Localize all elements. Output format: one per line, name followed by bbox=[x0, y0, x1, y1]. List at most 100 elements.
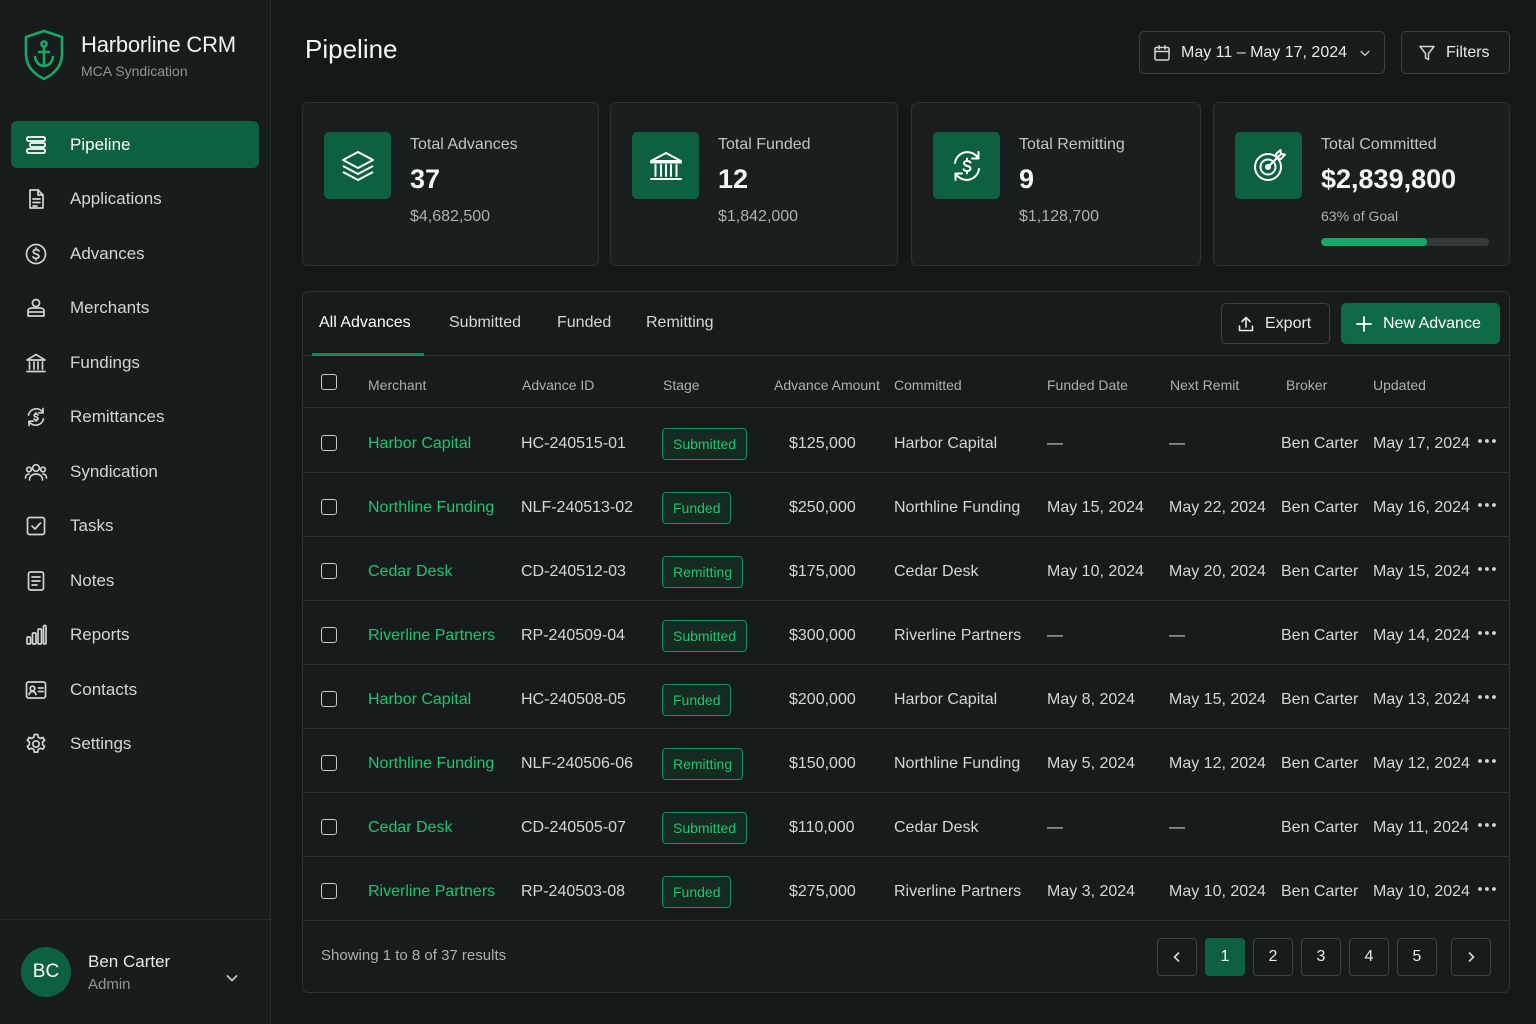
row-checkbox[interactable] bbox=[321, 563, 337, 579]
column-header-advance-amount[interactable]: Advance Amount bbox=[774, 377, 880, 393]
column-header-committed[interactable]: Committed bbox=[894, 377, 962, 393]
updated-date: May 10, 2024 bbox=[1373, 883, 1470, 900]
row-checkbox[interactable] bbox=[321, 435, 337, 451]
more-options-icon[interactable] bbox=[1476, 753, 1498, 769]
row-checkbox[interactable] bbox=[321, 627, 337, 643]
tab-funded[interactable]: Funded bbox=[557, 314, 611, 332]
row-checkbox[interactable] bbox=[321, 755, 337, 771]
pagination-page-5[interactable]: 5 bbox=[1397, 938, 1437, 976]
sidebar-item-reports[interactable]: Reports bbox=[11, 612, 259, 659]
user-profile[interactable]: BC Ben Carter Admin bbox=[0, 919, 270, 1024]
chevron-down-icon[interactable] bbox=[224, 970, 240, 986]
pagination-page-4[interactable]: 4 bbox=[1349, 938, 1389, 976]
avatar: BC bbox=[21, 947, 71, 997]
column-header-broker[interactable]: Broker bbox=[1286, 377, 1327, 393]
committed-to: Cedar Desk bbox=[894, 563, 979, 580]
sidebar-item-label: Applications bbox=[70, 189, 162, 208]
merchant-link[interactable]: Harbor Capital bbox=[368, 691, 471, 709]
pagination-page-2[interactable]: 2 bbox=[1253, 938, 1293, 976]
column-header-advance-id[interactable]: Advance ID bbox=[522, 377, 594, 393]
merchant-link[interactable]: Riverline Partners bbox=[368, 883, 495, 901]
advance-id: HC-240515-01 bbox=[521, 435, 626, 452]
sidebar-item-label: Contacts bbox=[70, 679, 138, 699]
row-checkbox[interactable] bbox=[321, 883, 337, 899]
table-row[interactable]: Riverline Partners RP-240503-08 $275,000 Ri… bbox=[303, 857, 1509, 921]
dollar-circle-icon bbox=[25, 243, 47, 264]
funded-date: — bbox=[1047, 435, 1063, 452]
table-row[interactable]: Harbor Capital HC-240508-05 $200,000 Harbor… bbox=[303, 665, 1509, 729]
table-row[interactable]: Cedar Desk CD-240512-03 $175,000 Cedar Desk… bbox=[303, 537, 1509, 601]
stage-badge: Funded bbox=[662, 492, 732, 524]
sidebar-item-notes[interactable]: Notes bbox=[11, 557, 259, 604]
column-header-next-remit[interactable]: Next Remit bbox=[1170, 377, 1239, 393]
column-header-funded-date[interactable]: Funded Date bbox=[1047, 377, 1128, 393]
merchant-link[interactable]: Harbor Capital bbox=[368, 435, 471, 453]
sidebar-item-pipeline[interactable]: Pipeline bbox=[11, 121, 259, 168]
sidebar-item-contacts[interactable]: Contacts bbox=[11, 666, 259, 713]
row-checkbox[interactable] bbox=[321, 691, 337, 707]
merchant-icon bbox=[27, 298, 45, 317]
pagination-page-3[interactable]: 3 bbox=[1301, 938, 1341, 976]
column-header-stage[interactable]: Stage bbox=[663, 377, 700, 393]
table-row[interactable]: Northline Funding NLF-240513-02 $250,000 No… bbox=[303, 473, 1509, 537]
column-header-updated[interactable]: Updated bbox=[1373, 377, 1426, 393]
more-options-icon[interactable] bbox=[1476, 497, 1498, 513]
more-options-icon[interactable] bbox=[1476, 689, 1498, 705]
table-row[interactable]: Harbor Capital HC-240515-01 $125,000 Harbor… bbox=[303, 409, 1509, 473]
table-row[interactable]: Northline Funding NLF-240506-06 $150,000 No… bbox=[303, 729, 1509, 793]
card-value: 37 bbox=[410, 164, 441, 194]
sidebar-item-merchants[interactable]: Merchants bbox=[11, 285, 259, 332]
table-row[interactable]: Riverline Partners RP-240509-04 $300,000 Ri… bbox=[303, 601, 1509, 665]
pagination-prev-button[interactable] bbox=[1157, 938, 1197, 976]
more-options-icon[interactable] bbox=[1476, 817, 1498, 833]
row-checkbox[interactable] bbox=[321, 499, 337, 515]
date-range-picker[interactable]: May 11 – May 17, 2024 bbox=[1139, 31, 1385, 74]
sidebar: Harborline CRM MCA Syndication Pipeline … bbox=[0, 0, 271, 1024]
sidebar-item-fundings[interactable]: Fundings bbox=[11, 339, 259, 386]
pagination-page-1[interactable]: 1 bbox=[1205, 938, 1245, 976]
brand[interactable]: Harborline CRM MCA Syndication bbox=[22, 28, 236, 82]
more-options-icon[interactable] bbox=[1476, 561, 1498, 577]
tab-submitted[interactable]: Submitted bbox=[449, 314, 521, 332]
updated-date: May 15, 2024 bbox=[1373, 563, 1470, 580]
sidebar-item-applications[interactable]: Applications bbox=[11, 176, 259, 223]
merchant-link[interactable]: Northline Funding bbox=[368, 755, 494, 773]
advance-amount: $175,000 bbox=[789, 563, 856, 580]
sidebar-item-syndication[interactable]: Syndication bbox=[11, 448, 259, 495]
bank-icon bbox=[649, 151, 682, 180]
pagination-next-button[interactable] bbox=[1451, 938, 1491, 976]
merchant-link[interactable]: Cedar Desk bbox=[368, 819, 452, 837]
pipeline-icon bbox=[26, 135, 46, 154]
chevron-right-icon bbox=[1468, 952, 1475, 962]
sidebar-item-advances[interactable]: Advances bbox=[11, 230, 259, 277]
updated-date: May 17, 2024 bbox=[1373, 435, 1470, 452]
card-subvalue: $1,842,000 bbox=[718, 208, 799, 225]
tab-all-advances[interactable]: All Advances bbox=[319, 314, 411, 332]
funded-date: — bbox=[1047, 819, 1063, 836]
sidebar-item-settings[interactable]: Settings bbox=[11, 721, 259, 768]
new-advance-button[interactable]: New Advance bbox=[1341, 303, 1500, 344]
export-label: Export bbox=[1265, 314, 1312, 332]
merchant-link[interactable]: Riverline Partners bbox=[368, 627, 495, 645]
sidebar-item-remittances[interactable]: Remittances bbox=[11, 394, 259, 441]
advance-id: NLF-240513-02 bbox=[521, 499, 634, 516]
sidebar-item-tasks[interactable]: Tasks bbox=[11, 503, 259, 550]
column-header-merchant[interactable]: Merchant bbox=[368, 377, 426, 393]
sidebar-item-label: Reports bbox=[70, 625, 130, 644]
more-options-icon[interactable] bbox=[1476, 433, 1498, 449]
table-row[interactable]: Cedar Desk CD-240505-07 $110,000 Cedar Desk… bbox=[303, 793, 1509, 857]
gear-icon bbox=[26, 733, 46, 753]
merchant-link[interactable]: Cedar Desk bbox=[368, 563, 452, 581]
merchant-link[interactable]: Northline Funding bbox=[368, 499, 494, 517]
export-button[interactable]: Export bbox=[1221, 303, 1330, 344]
sidebar-item-label: Fundings bbox=[70, 352, 140, 372]
more-options-icon[interactable] bbox=[1476, 881, 1498, 897]
advance-id: RP-240509-04 bbox=[521, 627, 626, 644]
select-all-checkbox[interactable] bbox=[321, 374, 337, 390]
tab-remitting[interactable]: Remitting bbox=[646, 314, 714, 332]
more-options-icon[interactable] bbox=[1476, 625, 1498, 641]
table-header: Merchant Advance ID Stage Advance Amount… bbox=[303, 356, 1509, 408]
row-checkbox[interactable] bbox=[321, 819, 337, 835]
filters-button[interactable]: Filters bbox=[1401, 31, 1510, 74]
advance-id: CD-240512-03 bbox=[521, 563, 626, 580]
